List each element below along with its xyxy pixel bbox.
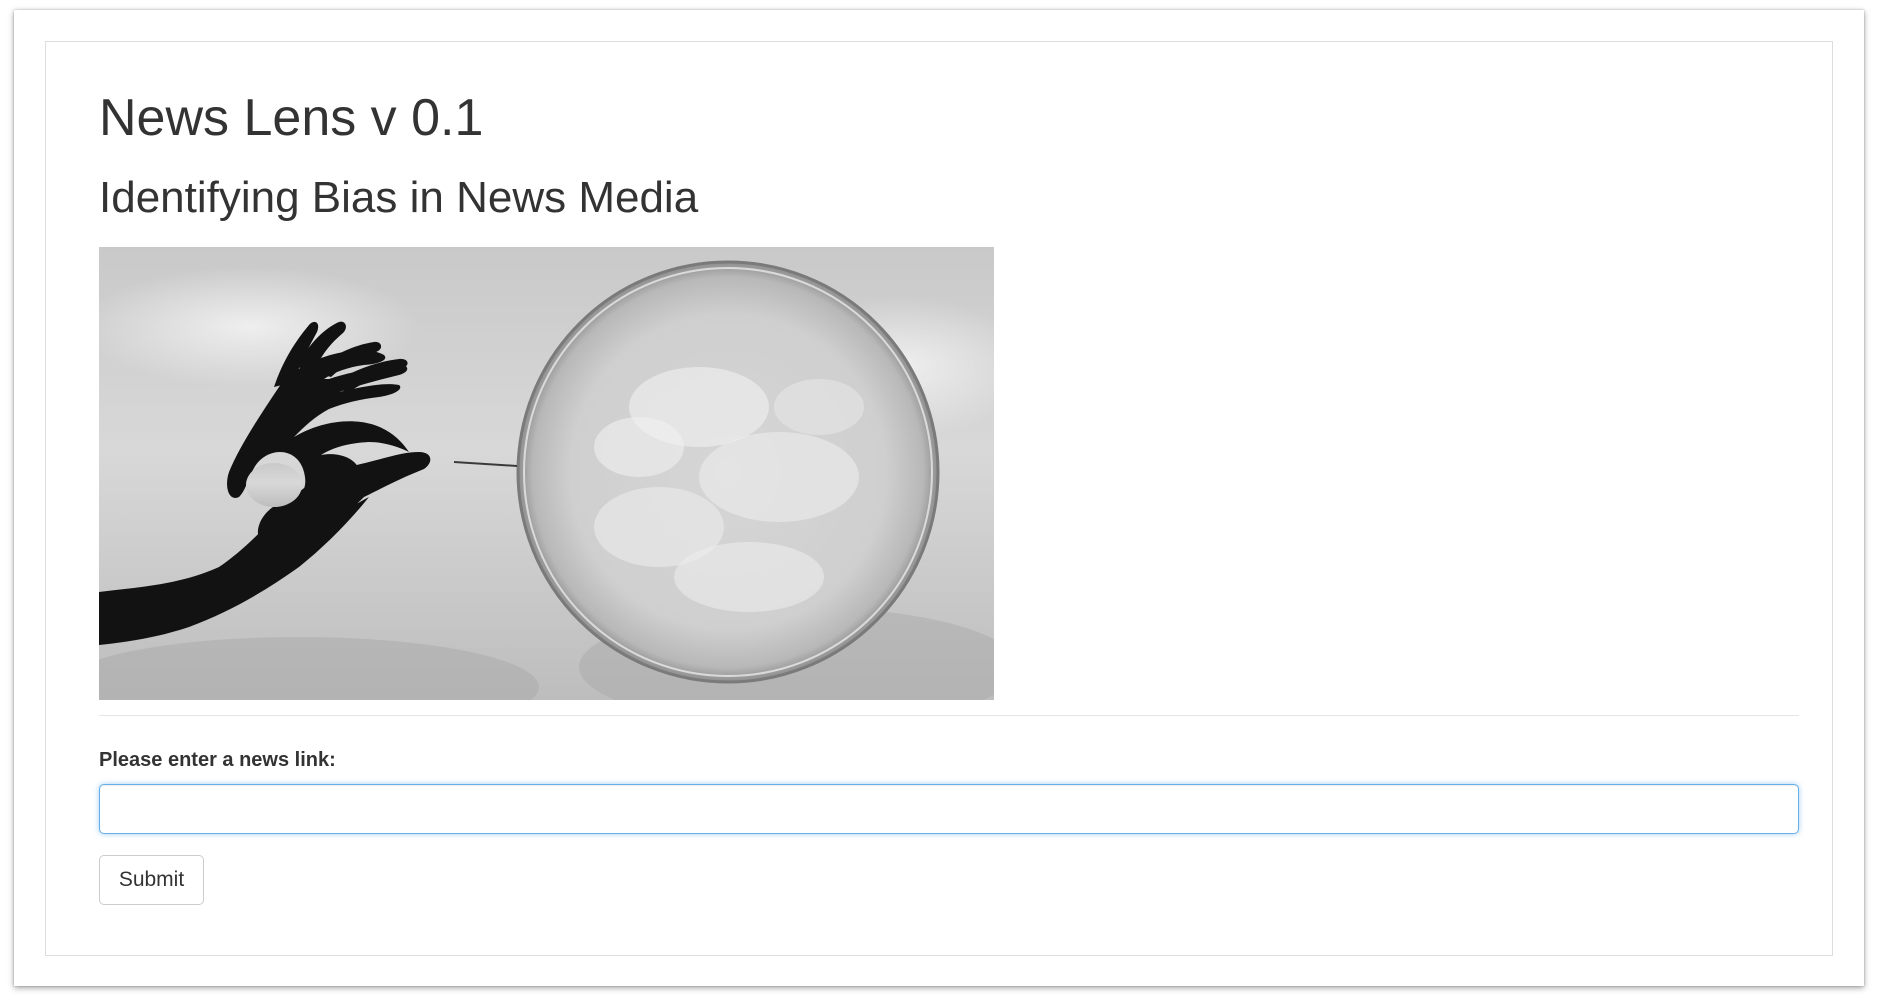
news-link-input[interactable] — [99, 784, 1799, 834]
submit-button[interactable]: Submit — [99, 855, 204, 905]
main-panel: News Lens v 0.1 Identifying Bias in News… — [45, 41, 1833, 956]
screen-frame: News Lens v 0.1 Identifying Bias in News… — [14, 10, 1864, 986]
bubble-graphic — [516, 260, 940, 684]
hero-image — [99, 247, 994, 700]
page-subtitle: Identifying Bias in News Media — [99, 173, 699, 222]
news-link-label: Please enter a news link: — [99, 749, 336, 771]
page-title: News Lens v 0.1 — [99, 89, 484, 147]
divider — [99, 715, 1799, 716]
